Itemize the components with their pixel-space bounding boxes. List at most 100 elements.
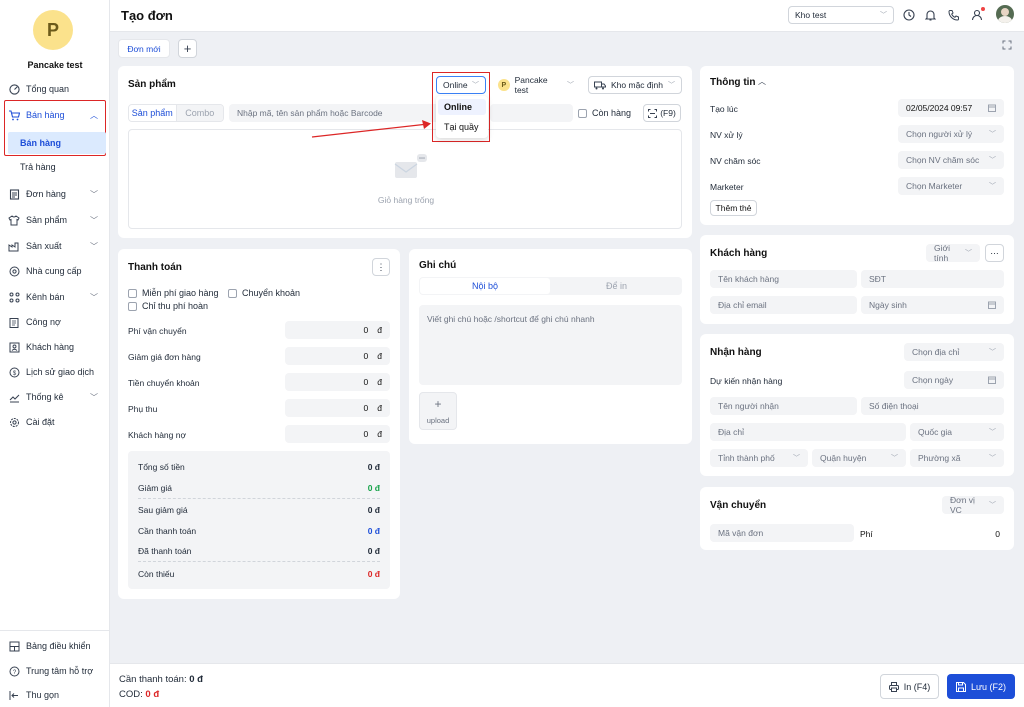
in-stock-filter[interactable]: Còn hàng xyxy=(578,108,631,118)
warehouse-select[interactable]: Kho test ﹀ xyxy=(788,6,894,24)
notes-tabs: Nội bộ Để in xyxy=(419,277,682,295)
care-staff-select[interactable]: Chọn NV chăm sóc ﹀ xyxy=(898,151,1004,169)
sidebar-item-settings[interactable]: Cài đặt xyxy=(8,413,104,431)
shop-select[interactable]: P Pancake test ﹀ xyxy=(493,75,579,95)
customer-email-input[interactable]: Địa chỉ email xyxy=(710,296,857,314)
tab-print-note[interactable]: Để in xyxy=(552,278,681,294)
tab-product[interactable]: Sản phẩm xyxy=(129,105,177,121)
created-at-label: Tạo lúc xyxy=(710,104,738,114)
add-tab-button[interactable]: + xyxy=(178,39,197,58)
clock-icon[interactable] xyxy=(903,9,915,21)
tab-new-order[interactable]: Đơn mới xyxy=(118,39,170,58)
collapse-arrow-icon xyxy=(8,689,20,701)
ward-select[interactable]: Phường xã ﹀ xyxy=(910,449,1004,467)
transfer-option[interactable]: Chuyển khoản xyxy=(228,288,300,298)
notes-title: Ghi chú xyxy=(419,260,457,271)
in-stock-checkbox[interactable] xyxy=(578,108,587,118)
user-avatar[interactable] xyxy=(996,5,1014,23)
handler-label: NV xử lý xyxy=(710,130,743,140)
district-select[interactable]: Quận huyện ﹀ xyxy=(812,449,906,467)
warehouse-default-select[interactable]: Kho mặc định ﹀ xyxy=(588,76,682,94)
address-input[interactable]: Địa chỉ xyxy=(710,423,906,441)
handler-select[interactable]: Chọn người xử lý ﹀ xyxy=(898,125,1004,143)
expected-date-input[interactable]: Chọn ngày xyxy=(904,371,1004,389)
fullscreen-icon[interactable] xyxy=(1002,40,1012,50)
phone-icon[interactable] xyxy=(948,9,960,21)
sidebar-item-products[interactable]: Sản phẩm ﹀ xyxy=(8,211,104,229)
sidebar-item-sales[interactable]: Bán hàng ︿ xyxy=(8,106,104,124)
province-select[interactable]: Tỉnh thành phố ﹀ xyxy=(710,449,808,467)
country-select[interactable]: Quốc gia ﹀ xyxy=(910,423,1004,441)
shipping-fee-value[interactable]: 0 xyxy=(995,529,1000,539)
carrier-select[interactable]: Đơn vị VC ﹀ xyxy=(942,495,1004,515)
created-at-input[interactable]: 02/05/2024 09:57 xyxy=(898,99,1004,117)
tab-combo[interactable]: Combo xyxy=(176,105,223,121)
refund-fee-option[interactable]: Chỉ thu phí hoàn xyxy=(128,301,208,311)
transfer-amount-input[interactable]: 0đ xyxy=(285,373,390,391)
sidebar-subitem-sales[interactable]: Bán hàng xyxy=(20,134,116,152)
surcharge-label: Phụ thu xyxy=(128,404,158,414)
bell-icon[interactable] xyxy=(925,9,936,21)
shipping-fee-input[interactable]: 0đ xyxy=(285,321,390,339)
customer-debt-input[interactable]: 0đ xyxy=(285,425,390,443)
order-discount-label: Giảm giá đơn hàng xyxy=(128,352,201,362)
sidebar-item-control-panel[interactable]: Bảng điều khiển xyxy=(8,637,104,655)
more-vertical-icon: ⋮ xyxy=(376,261,386,272)
summary-paid-value: 0 đ xyxy=(367,546,380,556)
order-discount-input[interactable]: 0đ xyxy=(285,347,390,365)
channel-option-counter[interactable]: Tại quầy xyxy=(438,119,486,135)
customer-dob-input[interactable]: Ngày sinh xyxy=(861,296,1004,314)
sidebar-item-orders[interactable]: Đơn hàng ﹀ xyxy=(8,185,104,203)
add-tag-button[interactable]: Thêm thẻ xyxy=(710,200,757,216)
sidebar-item-statistics[interactable]: Thống kê ﹀ xyxy=(8,388,104,406)
chevron-down-icon: ﹀ xyxy=(989,131,996,138)
sidebar-item-production[interactable]: Sản xuất ﹀ xyxy=(8,237,104,255)
sidebar-item-overview[interactable]: Tổng quan xyxy=(8,80,104,98)
refund-fee-checkbox[interactable] xyxy=(128,301,137,311)
save-icon xyxy=(955,681,966,692)
payment-more-button[interactable]: ⋮ xyxy=(372,258,390,276)
barcode-scan-button[interactable]: (F9) xyxy=(643,104,681,122)
transfer-checkbox[interactable] xyxy=(228,288,237,298)
free-shipping-checkbox[interactable] xyxy=(128,288,137,298)
customer-phone-input[interactable]: SĐT xyxy=(861,270,1004,288)
save-button[interactable]: Lưu (F2) xyxy=(947,674,1015,699)
free-shipping-option[interactable]: Miễn phí giao hàng xyxy=(128,288,219,298)
sidebar-subitem-returns[interactable]: Trả hàng xyxy=(20,158,116,176)
user-icon[interactable] xyxy=(971,7,985,21)
customer-card: Khách hàng Giới tính ﹀ ⋯ Tên khách hàng S… xyxy=(700,235,1014,324)
tracking-code-input[interactable]: Mã vận đơn xyxy=(710,524,854,542)
customer-more-button[interactable]: ⋯ xyxy=(985,244,1004,262)
note-textarea[interactable]: Viết ghi chú hoặc /shortcut để ghi chú n… xyxy=(419,305,682,385)
customer-name-input[interactable]: Tên khách hàng xyxy=(710,270,857,288)
tab-internal-note[interactable]: Nội bộ xyxy=(420,278,550,294)
sidebar-item-transactions[interactable]: $ Lịch sử giao dịch xyxy=(8,363,104,381)
products-title: Sản phẩm xyxy=(128,79,176,90)
dashboard-icon xyxy=(8,83,20,95)
sidebar-item-channels[interactable]: Kênh bán ﹀ xyxy=(8,288,104,306)
expected-receive-label: Dự kiến nhận hàng xyxy=(710,376,783,386)
gender-select[interactable]: Giới tính ﹀ xyxy=(926,243,980,263)
marketer-select[interactable]: Chọn Marketer ﹀ xyxy=(898,177,1004,195)
print-button[interactable]: In (F4) xyxy=(880,674,939,699)
shipping-fee-label: Phí vận chuyển xyxy=(128,326,187,336)
sidebar-item-collapse[interactable]: Thu gọn xyxy=(8,686,104,704)
surcharge-input[interactable]: 0đ xyxy=(285,399,390,417)
sidebar-item-debts[interactable]: Công nợ xyxy=(8,313,104,331)
chevron-up-icon[interactable]: ︿ xyxy=(758,76,766,87)
chevron-down-icon: ﹀ xyxy=(965,250,972,257)
address-select[interactable]: Chọn địa chỉ ﹀ xyxy=(904,343,1004,361)
chevron-down-icon: ﹀ xyxy=(989,455,996,462)
summary-paid-label: Đã thanh toán xyxy=(138,546,192,556)
sidebar-item-customers[interactable]: Khách hàng xyxy=(8,338,104,356)
payment-card: Thanh toán ⋮ Miễn phí giao hàng Chuyển k… xyxy=(118,249,400,599)
receiver-phone-input[interactable]: Số điện thoại xyxy=(861,397,1004,415)
sidebar-item-help-center[interactable]: ? Trung tâm hỗ trợ xyxy=(8,662,104,680)
shop-avatar[interactable]: P xyxy=(33,10,73,50)
sidebar-item-suppliers[interactable]: Nhà cung cấp xyxy=(8,262,104,280)
upload-button[interactable]: + upload xyxy=(419,392,457,430)
summary-after-discount-label: Sau giảm giá xyxy=(138,505,188,515)
clipboard-icon xyxy=(8,316,20,328)
channel-option-online[interactable]: Online xyxy=(438,99,486,115)
receiver-name-input[interactable]: Tên người nhận xyxy=(710,397,857,415)
